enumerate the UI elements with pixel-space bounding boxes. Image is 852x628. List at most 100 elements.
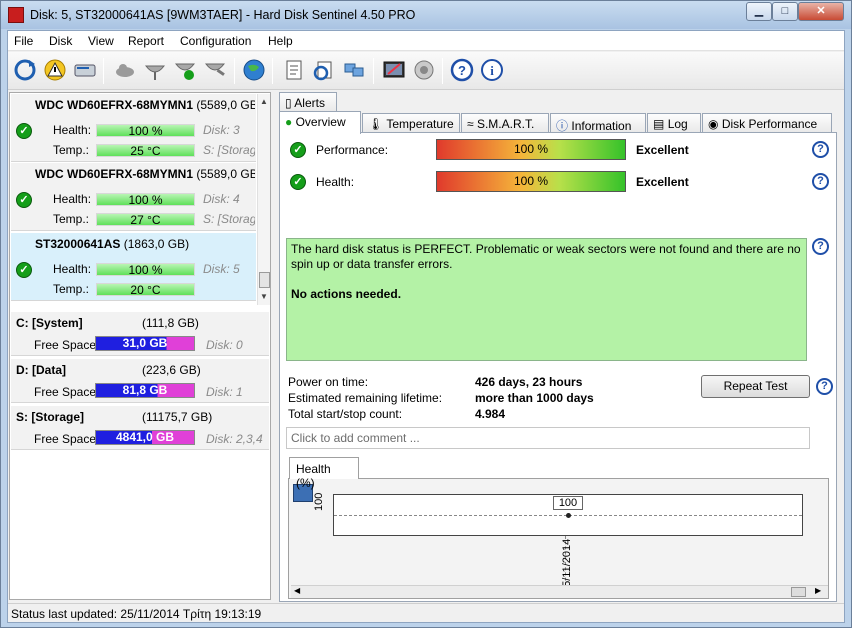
volume-size: (223,6 GB) [142, 363, 201, 377]
volume-name: D: [Data] [16, 363, 66, 377]
globe-icon[interactable] [240, 56, 268, 84]
disk-name: WDC WD60EFRX-68MYMN1 [35, 98, 194, 112]
alert-icon[interactable] [41, 56, 69, 84]
tab-log-label: Log [667, 117, 688, 131]
settings-icon[interactable] [380, 56, 408, 84]
menu-bar: File Disk View Report Configuration Help [8, 31, 844, 51]
refresh-icon[interactable] [11, 56, 39, 84]
tab-information[interactable]: ⓘ Information [550, 113, 646, 133]
menu-report[interactable]: Report [128, 34, 164, 48]
maximize-button[interactable]: □ [772, 2, 798, 21]
network-icon[interactable] [340, 56, 368, 84]
scroll-up-icon[interactable]: ▲ [260, 97, 268, 106]
info-icon: ⓘ [556, 119, 569, 133]
app-window: Disk: 5, ST32000641AS [9WM3TAER] - Hard … [0, 0, 852, 628]
document-icon[interactable] [280, 56, 308, 84]
volume-label: S: [Storag [203, 212, 255, 226]
overview-panel: ✓ Performance: 100 % Excellent ? ✓ Healt… [279, 132, 837, 602]
sync-icon[interactable] [310, 56, 338, 84]
lifetime-label: Estimated remaining lifetime: [288, 391, 443, 405]
status-text: The hard disk status is PERFECT. Problem… [291, 242, 801, 271]
temp-label: Temp.: [53, 282, 90, 296]
tab-smart-label: S.M.A.R.T. [476, 117, 535, 131]
menu-file[interactable]: File [14, 34, 33, 48]
volume-size: (111,8 GB) [142, 316, 199, 330]
minimize-button[interactable]: ▁ [746, 2, 772, 21]
help-icon[interactable]: ? [816, 378, 833, 395]
disk-icon[interactable] [71, 56, 99, 84]
disk-number: Disk: 4 [203, 192, 240, 206]
power-on-value: 426 days, 23 hours [475, 375, 583, 389]
satellite-tool-icon[interactable] [201, 56, 229, 84]
tab-disk-performance[interactable]: ◉ Disk Performance [702, 113, 832, 133]
volume-card[interactable]: S: [Storage] (11175,7 GB) Free Space 484… [11, 405, 269, 450]
window-title: Disk: 5, ST32000641AS [9WM3TAER] - Hard … [30, 8, 416, 22]
disk-name-row: WDC WD60EFRX-68MYMN1 (5589,0 GB [35, 98, 255, 112]
close-button[interactable]: ✕ [798, 2, 844, 21]
cloud-icon[interactable] [111, 56, 139, 84]
tab-information-label: Information [571, 119, 632, 133]
temp-bar: 25 °C [96, 144, 195, 157]
check-icon: ✓ [16, 123, 32, 139]
volume-size: (11175,7 GB) [142, 410, 213, 424]
menu-help[interactable]: Help [268, 34, 293, 48]
tab-overview[interactable]: ● Overview [279, 111, 361, 134]
volume-disk: Disk: 0 [206, 338, 243, 352]
disk-card[interactable]: WDC WD60EFRX-68MYMN1 (5589,0 GB ✓ Health… [11, 163, 256, 231]
disk-number: Disk: 5 [203, 262, 240, 276]
help-icon[interactable]: ? [812, 141, 829, 158]
menu-configuration[interactable]: Configuration [180, 34, 251, 48]
info-icon[interactable]: i [478, 56, 506, 84]
health-bar: 100 % [96, 193, 195, 206]
tab-temperature[interactable]: 🌡 Temperature [362, 113, 460, 133]
health-label: Health: [53, 123, 92, 137]
check-icon: ✓ [16, 192, 32, 208]
lifetime-value: more than 1000 days [475, 391, 594, 405]
comment-input[interactable]: Click to add comment ... [286, 427, 810, 449]
tab-alerts[interactable]: ▯ Alerts [279, 92, 337, 112]
help-icon[interactable]: ? [812, 238, 829, 255]
startstop-value: 4.984 [475, 407, 506, 421]
scroll-thumb[interactable] [791, 587, 806, 597]
gauge-icon: ◉ [708, 117, 719, 131]
volume-card[interactable]: D: [Data] (223,6 GB) Free Space 81,8 GB … [11, 358, 269, 403]
scroll-thumb[interactable] [259, 272, 270, 288]
scroll-left-icon[interactable]: ◀ [294, 586, 300, 595]
point-label: 100 [553, 496, 583, 510]
app-logo-icon [8, 7, 24, 23]
satellite-dish-icon[interactable] [141, 56, 169, 84]
free-space-bar: 81,8 GB [95, 383, 195, 398]
speaker-icon[interactable] [410, 56, 438, 84]
check-icon: ✓ [16, 262, 32, 278]
health-row: ✓ Health: 100 % Excellent [286, 171, 831, 193]
tab-log[interactable]: ▤ Log [647, 113, 701, 133]
tab-overview-label: Overview [295, 115, 346, 129]
details-panel: ▯ Alerts ● Overview 🌡 Temperature ≈ S.M.… [275, 92, 842, 602]
scroll-down-icon[interactable]: ▼ [260, 292, 268, 301]
status-actions: No actions needed. [291, 287, 402, 301]
thermometer-icon: 🌡 [368, 117, 384, 131]
chart-hscrollbar[interactable]: ◀ ▶ [291, 585, 828, 598]
disk-list-scrollbar[interactable]: ▲ ▼ [257, 94, 270, 305]
title-bar[interactable]: Disk: 5, ST32000641AS [9WM3TAER] - Hard … [1, 1, 851, 29]
disk-card-selected[interactable]: ST32000641AS (1863,0 GB) ✓ Health: 100 %… [11, 233, 256, 301]
free-space-label: Free Space [34, 338, 97, 352]
menu-disk[interactable]: Disk [49, 34, 72, 48]
volume-card[interactable]: C: [System] (111,8 GB) Free Space 31,0 G… [11, 311, 269, 356]
health-label: Health: [53, 192, 92, 206]
disk-list-panel: WDC WD60EFRX-68MYMN1 (5589,0 GB ✓ Health… [9, 92, 271, 600]
disk-name: WDC WD60EFRX-68MYMN1 [35, 167, 194, 181]
tab-smart[interactable]: ≈ S.M.A.R.T. [461, 113, 549, 133]
help-icon[interactable]: ? [448, 56, 476, 84]
tab-health-chart[interactable]: Health (%) [289, 457, 359, 490]
disk-card[interactable]: WDC WD60EFRX-68MYMN1 (5589,0 GB ✓ Health… [11, 94, 256, 162]
volume-disk: Disk: 2,3,4 [206, 432, 263, 446]
help-icon[interactable]: ? [812, 173, 829, 190]
temp-label: Temp.: [53, 143, 90, 157]
check-icon: ● [285, 115, 293, 129]
repeat-test-button[interactable]: Repeat Test [701, 375, 810, 398]
satellite-check-icon[interactable] [171, 56, 199, 84]
menu-view[interactable]: View [88, 34, 114, 48]
health-bar: 100 % [96, 263, 195, 276]
scroll-right-icon[interactable]: ▶ [815, 586, 821, 595]
